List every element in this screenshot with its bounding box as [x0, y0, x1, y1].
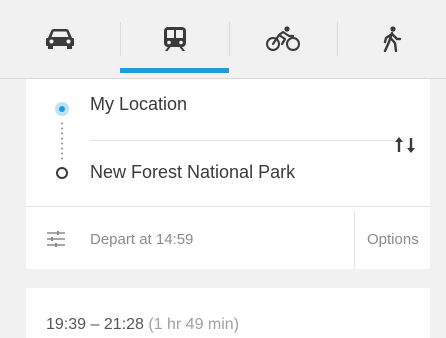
tab-transit[interactable] — [120, 0, 229, 78]
travel-mode-tabs — [0, 0, 446, 79]
active-tab-indicator — [120, 68, 229, 73]
result-duration: (1 hr 49 min) — [148, 316, 240, 333]
result-summary: 19:39 – 21:28 (1 hr 49 min) — [46, 316, 239, 334]
options-divider — [354, 211, 355, 269]
origin-marker-icon — [55, 102, 69, 116]
tab-driving[interactable] — [0, 0, 120, 78]
walk-icon — [383, 26, 401, 52]
route-dots — [61, 121, 63, 161]
field-divider — [90, 140, 394, 141]
tab-walking[interactable] — [337, 0, 446, 78]
bicycle-icon — [266, 26, 300, 51]
train-icon — [163, 27, 186, 51]
tab-cycling[interactable] — [229, 0, 337, 78]
origin-field[interactable]: My Location — [90, 94, 187, 115]
route-card: My Location New Forest National Park Dep… — [26, 79, 430, 269]
depart-time-button[interactable]: Depart at 14:59 — [90, 231, 193, 248]
swap-icon[interactable] — [393, 135, 417, 155]
car-icon — [46, 29, 74, 49]
sliders-icon[interactable] — [46, 231, 66, 247]
result-time-range: 19:39 – 21:28 — [46, 316, 144, 333]
destination-marker-icon — [56, 167, 68, 179]
route-result[interactable]: 19:39 – 21:28 (1 hr 49 min) — [26, 288, 430, 338]
options-button[interactable]: Options — [367, 231, 419, 248]
card-divider — [26, 206, 430, 207]
destination-field[interactable]: New Forest National Park — [90, 162, 295, 183]
